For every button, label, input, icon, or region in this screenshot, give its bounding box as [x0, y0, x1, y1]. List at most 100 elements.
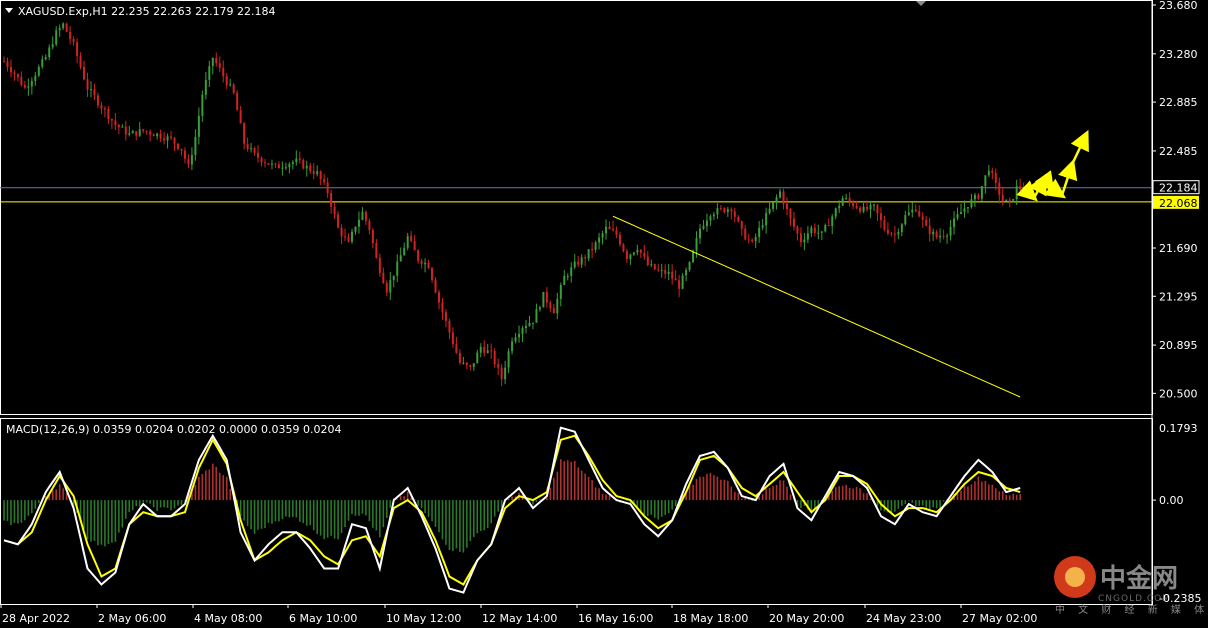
candle-body [93, 89, 96, 96]
macd-pane-frame [0, 418, 1153, 605]
candle-body [385, 282, 388, 293]
candle-body [685, 269, 688, 276]
candle-body [458, 352, 461, 363]
candle-body [1012, 199, 1015, 201]
candle-body [556, 298, 559, 314]
candle-body [96, 95, 99, 106]
candle-body [83, 67, 86, 80]
candle-body [156, 133, 159, 137]
candle-body [789, 209, 792, 219]
candle-body [30, 81, 33, 87]
candle-body [58, 28, 61, 31]
candle-body [921, 216, 924, 220]
candle-body [657, 269, 660, 271]
price-tick-label: 21.295 [1159, 290, 1198, 303]
candle-body [914, 209, 917, 212]
candle-body [326, 182, 329, 194]
candle-body [911, 209, 914, 213]
candle-body [347, 237, 350, 242]
candle-body [424, 262, 427, 265]
candle-body [399, 255, 402, 262]
candle-body [869, 204, 872, 210]
candle-body [831, 216, 834, 226]
candle-body [427, 262, 430, 269]
candle-body [469, 365, 472, 368]
candle-body [566, 275, 569, 277]
chart-shift-marker-icon[interactable] [916, 1, 926, 6]
candle-body [128, 133, 131, 135]
price-tick-label: 20.895 [1159, 339, 1198, 352]
candle-body [225, 76, 228, 86]
candle-body [476, 352, 479, 364]
candle-body [1005, 199, 1008, 201]
candle-body [845, 198, 848, 200]
candle-body [538, 307, 541, 310]
candle-body [984, 175, 987, 187]
candle-body [131, 131, 134, 134]
price-tick-label: 21.690 [1159, 242, 1198, 255]
candle-body [55, 30, 58, 45]
candle-body [229, 84, 232, 86]
candle-body [660, 269, 663, 271]
candle-body [431, 268, 434, 280]
candle-body [779, 191, 782, 198]
candle-body [448, 320, 451, 333]
forecast-arrow [1043, 178, 1067, 199]
candle-body [284, 167, 287, 169]
time-tick-label: 28 Apr 2022 [2, 612, 70, 625]
candle-body [170, 136, 173, 138]
descending-trendline [612, 215, 1021, 398]
candle-body [612, 229, 614, 231]
forecast-arrows [1016, 129, 1089, 202]
price-tick-label: 23.280 [1159, 48, 1198, 61]
candle-body [159, 133, 162, 139]
candle-body [653, 264, 656, 270]
candle-body [987, 170, 990, 176]
candle-body [991, 170, 994, 174]
candle-body [629, 254, 632, 260]
candle-body [674, 278, 677, 281]
candle-body [103, 108, 106, 110]
candle-body [963, 208, 966, 213]
macd-header: MACD(12,26,9) 0.0359 0.0204 0.0202 0.000… [6, 423, 341, 436]
candle-body [180, 148, 183, 151]
candle-body [518, 333, 521, 338]
candle-body [246, 143, 249, 150]
candle-body [371, 229, 374, 244]
time-tick-label: 20 May 20:00 [769, 612, 844, 625]
candle-body [852, 201, 855, 206]
candle-body [598, 237, 601, 243]
candle-body [364, 211, 367, 221]
trendline [612, 215, 1021, 398]
candle-body [274, 163, 277, 165]
candle-body [528, 322, 531, 327]
price-tick-label: 23.680 [1159, 0, 1198, 12]
candle-body [13, 72, 16, 75]
candle-body [799, 233, 802, 243]
candle-body [605, 226, 608, 234]
candle-body [236, 92, 239, 111]
candle-body [514, 337, 517, 342]
candle-body [716, 208, 719, 215]
candle-body [406, 236, 409, 248]
candle-body [504, 367, 507, 380]
candle-body [403, 247, 406, 256]
candle-body [3, 61, 5, 63]
price-tick-label: 22.885 [1159, 96, 1198, 109]
candle-body [312, 171, 315, 174]
candle-body [848, 198, 851, 202]
candle-body [591, 249, 594, 251]
candle-body [302, 160, 305, 169]
candle-body [584, 257, 587, 259]
candle-body [497, 364, 500, 368]
candle-body [928, 225, 931, 235]
candle-body [775, 197, 778, 203]
candle-body [768, 208, 771, 214]
candle-body [904, 215, 907, 225]
candle-body [107, 109, 110, 120]
candle-body [980, 186, 983, 199]
candle-body [319, 171, 322, 180]
collapse-triangle-icon[interactable] [5, 8, 13, 13]
candle-body [639, 249, 642, 253]
candle-body [873, 204, 875, 206]
